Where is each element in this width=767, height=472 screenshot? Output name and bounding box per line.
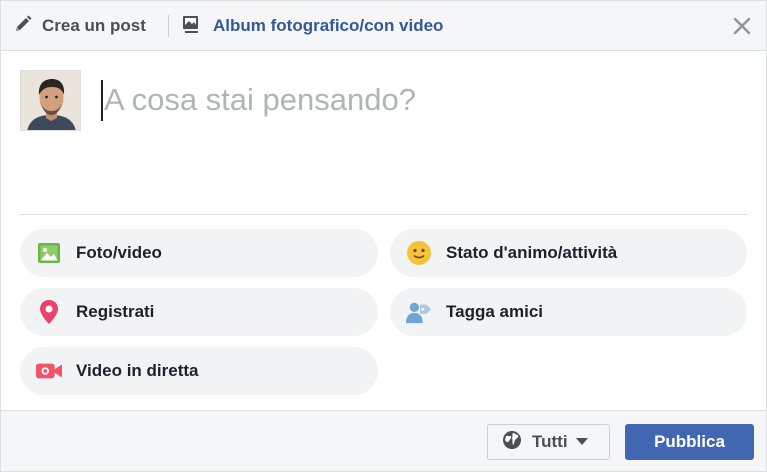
- tag-friends-button[interactable]: Tagga amici: [390, 288, 747, 336]
- tab-separator: [168, 15, 169, 37]
- location-pin-icon: [36, 299, 62, 325]
- check-in-button[interactable]: Registrati: [20, 288, 378, 336]
- live-video-button[interactable]: Video in diretta: [20, 347, 378, 395]
- tab-photo-album[interactable]: Album fotografico/con video: [181, 14, 443, 38]
- smiley-icon: [406, 240, 432, 266]
- create-post-dialog: Crea un post Album fotografico/con video: [0, 0, 767, 472]
- tab-create-post-label: Crea un post: [42, 16, 146, 35]
- live-video-icon: [36, 358, 62, 384]
- tab-photo-album-label: Album fotografico/con video: [213, 16, 444, 35]
- composer-divider: [19, 214, 748, 215]
- photo-video-label: Foto/video: [76, 243, 162, 262]
- live-video-label: Video in diretta: [76, 361, 199, 380]
- composer-header: Crea un post Album fotografico/con video: [1, 1, 766, 51]
- globe-icon: [502, 430, 522, 455]
- text-cursor: [101, 80, 103, 121]
- audience-selector[interactable]: Tutti: [487, 424, 610, 460]
- feeling-activity-label: Stato d'animo/attività: [446, 243, 618, 262]
- tag-friends-label: Tagga amici: [446, 302, 543, 321]
- caret-down-icon: [575, 433, 588, 451]
- tab-create-post[interactable]: Crea un post: [13, 14, 146, 38]
- photo-video-button[interactable]: Foto/video: [20, 229, 378, 277]
- feeling-activity-button[interactable]: Stato d'animo/attività: [390, 229, 747, 277]
- audience-label: Tutti: [532, 432, 568, 451]
- avatar: [20, 70, 81, 131]
- composer-footer: Tutti Pubblica: [1, 410, 766, 471]
- check-in-label: Registrati: [76, 302, 155, 321]
- tag-friends-icon: [406, 299, 432, 325]
- post-text-input[interactable]: A cosa stai pensando?: [104, 81, 416, 119]
- pencil-icon: [13, 14, 33, 39]
- publish-button[interactable]: Pubblica: [625, 424, 754, 460]
- album-icon: [181, 14, 201, 39]
- photo-video-icon: [36, 240, 62, 266]
- close-icon[interactable]: [730, 14, 754, 38]
